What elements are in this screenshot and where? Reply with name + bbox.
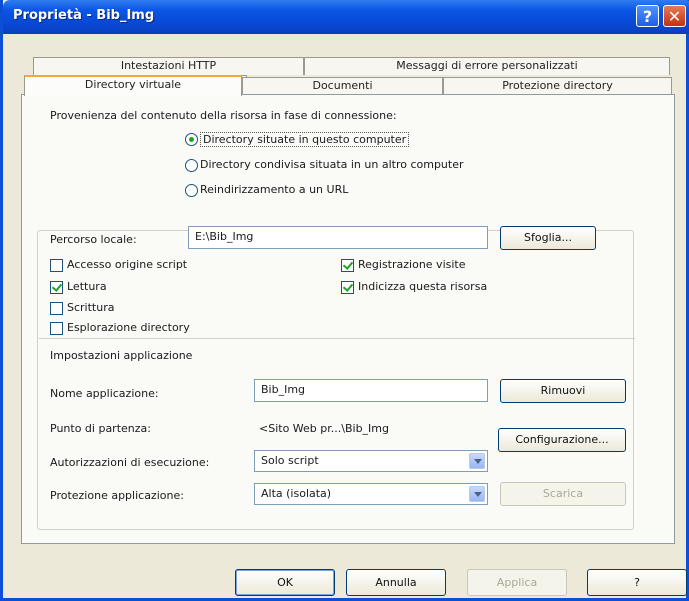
check-scrittura[interactable] [50,302,63,315]
app-protection-select[interactable]: Alta (isolata) [254,483,488,505]
tab-documenti[interactable]: Documenti [242,77,443,95]
remove-button[interactable]: Rimuovi [500,379,626,403]
radio-redirect-url[interactable] [185,184,198,197]
app-name-input[interactable]: Bib_Img [254,379,488,402]
title-bar[interactable]: Proprietà - Bib_Img ? ✕ [3,0,689,34]
check-indicizza-risorsa-label: Indicizza questa risorsa [358,280,488,293]
radio-shared-directory[interactable] [185,159,198,172]
radio-shared-directory-label: Directory condivisa situata in un altro … [200,158,464,171]
window-title: Proprietà - Bib_Img [13,8,155,23]
exec-permissions-label: Autorizzazioni di esecuzione: [50,456,210,469]
tab-messaggi-errore[interactable]: Messaggi di errore personalizzati [304,57,670,75]
check-registrazione-visite-label: Registrazione visite [358,258,466,271]
check-accesso-origine-script[interactable] [50,259,63,272]
help-button[interactable]: ? [587,569,687,596]
app-protection-value: Alta (isolata) [261,487,332,500]
local-path-label: Percorso locale: [50,233,137,246]
browse-button[interactable]: Sfoglia... [500,226,596,250]
check-scrittura-label: Scrittura [67,301,115,314]
check-esplorazione-directory-label: Esplorazione directory [67,321,190,334]
help-title-button[interactable]: ? [636,5,659,27]
ok-button[interactable]: OK [235,569,335,596]
app-settings-heading: Impostazioni applicazione [50,349,193,362]
unload-button[interactable]: Scarica [500,482,626,506]
local-path-input[interactable]: E:\Bib_Img [188,226,488,249]
apply-button[interactable]: Applica [467,569,567,596]
configuration-button[interactable]: Configurazione... [498,428,626,452]
check-registrazione-visite[interactable] [341,259,354,272]
check-lettura-label: Lettura [67,280,107,293]
app-settings-separator [39,338,635,339]
tab-intestazioni-http[interactable]: Intestazioni HTTP [33,57,304,75]
source-label: Provenienza del contenuto della risorsa … [50,109,397,122]
start-point-value: <Sito Web pr...\Bib_Img [259,422,389,435]
app-name-label: Nome applicazione: [50,387,159,400]
tab-protezione-directory[interactable]: Protezione directory [443,77,672,95]
app-protection-label: Protezione applicazione: [50,489,184,502]
radio-local-directory-label: Directory situate in questo computer [200,132,410,147]
tab-directory-virtuale[interactable]: Directory virtuale [24,75,242,96]
radio-local-directory[interactable] [185,133,198,146]
check-accesso-origine-script-label: Accesso origine script [67,258,188,271]
help-icon: ? [642,7,653,26]
check-esplorazione-directory[interactable] [50,322,63,335]
radio-redirect-url-label: Reindirizzamento a un URL [200,183,349,196]
close-icon: ✕ [667,7,682,26]
properties-dialog: Proprietà - Bib_Img ? ✕ Intestazioni HTT… [0,0,689,601]
exec-permissions-value: Solo script [261,454,319,467]
close-button[interactable]: ✕ [663,5,686,27]
chevron-down-icon[interactable] [469,486,485,502]
check-indicizza-risorsa[interactable] [341,281,354,294]
start-point-label: Punto di partenza: [50,422,151,435]
cancel-button[interactable]: Annulla [346,569,446,596]
chevron-down-icon[interactable] [469,453,485,469]
exec-permissions-select[interactable]: Solo script [254,450,488,472]
check-lettura[interactable] [50,281,63,294]
